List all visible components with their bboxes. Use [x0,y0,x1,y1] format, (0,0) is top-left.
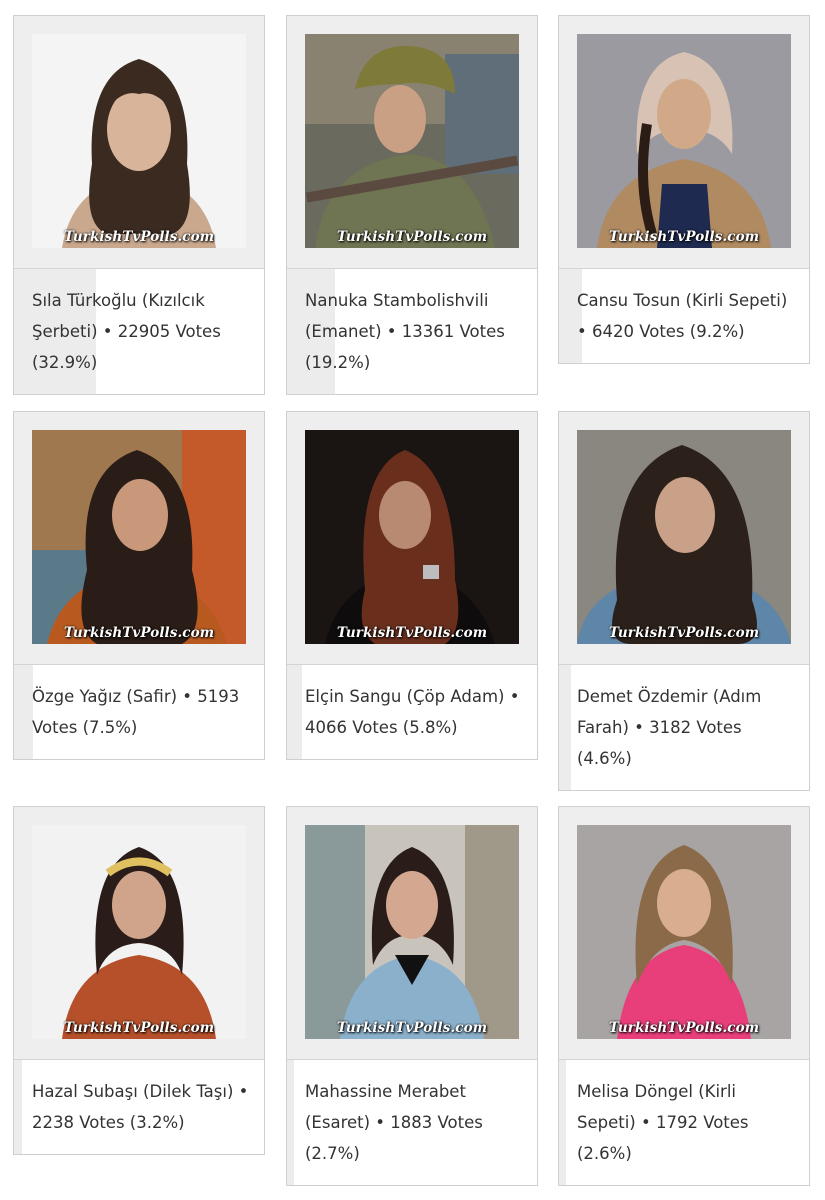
watermark-text: TurkishTvPolls.com [336,1020,488,1036]
result-area: Melisa Döngel (Kirli Sepeti) • 1792 Vote… [559,1060,809,1185]
option-label: Demet Özdemir (Adım Farah) • 3182 Votes … [577,687,762,768]
result-area: Demet Özdemir (Adım Farah) • 3182 Votes … [559,665,809,790]
watermark-text: TurkishTvPolls.com [336,625,488,641]
option-label: Nanuka Stambolishvili (Emanet) • 13361 V… [305,291,505,372]
result-area: Özge Yağız (Safir) • 5193 Votes (7.5%) [14,665,264,759]
watermark-text: TurkishTvPolls.com [63,1020,215,1036]
poll-option-card[interactable]: TurkishTvPolls.com Mahassine Merabet (Es… [286,806,538,1186]
watermark-text: TurkishTvPolls.com [608,229,760,245]
watermark-text: TurkishTvPolls.com [336,229,488,245]
result-area: Hazal Subaşı (Dilek Taşı) • 2238 Votes (… [14,1060,264,1154]
photo-frame: TurkishTvPolls.com [559,412,809,665]
poll-option-card[interactable]: TurkishTvPolls.com Hazal Subaşı (Dilek T… [13,806,265,1155]
actress-photo[interactable]: TurkishTvPolls.com [32,34,246,248]
result-area: Sıla Türkoğlu (Kızılcık Şerbeti) • 22905… [14,269,264,394]
option-label: Özge Yağız (Safir) • 5193 Votes (7.5%) [32,687,240,737]
actress-photo[interactable]: TurkishTvPolls.com [577,430,791,644]
photo-frame: TurkishTvPolls.com [14,16,264,269]
result-area: Nanuka Stambolishvili (Emanet) • 13361 V… [287,269,537,394]
photo-frame: TurkishTvPolls.com [559,16,809,269]
poll-option-card[interactable]: TurkishTvPolls.com Cansu Tosun (Kirli Se… [558,15,810,364]
actress-photo[interactable]: TurkishTvPolls.com [305,430,519,644]
result-area: Mahassine Merabet (Esaret) • 1883 Votes … [287,1060,537,1185]
photo-frame: TurkishTvPolls.com [14,412,264,665]
watermark-text: TurkishTvPolls.com [63,625,215,641]
watermark-text: TurkishTvPolls.com [608,625,760,641]
actress-photo[interactable]: TurkishTvPolls.com [305,825,519,1039]
option-label: Elçin Sangu (Çöp Adam) • 4066 Votes (5.8… [305,687,520,737]
result-area: Elçin Sangu (Çöp Adam) • 4066 Votes (5.8… [287,665,537,759]
result-area: Cansu Tosun (Kirli Sepeti) • 6420 Votes … [559,269,809,363]
watermark-text: TurkishTvPolls.com [63,229,215,245]
option-label: Melisa Döngel (Kirli Sepeti) • 1792 Vote… [577,1082,749,1163]
actress-photo[interactable]: TurkishTvPolls.com [577,825,791,1039]
poll-option-card[interactable]: TurkishTvPolls.com Melisa Döngel (Kirli … [558,806,810,1186]
photo-frame: TurkishTvPolls.com [287,807,537,1060]
option-label: Cansu Tosun (Kirli Sepeti) • 6420 Votes … [577,291,788,341]
actress-photo[interactable]: TurkishTvPolls.com [32,825,246,1039]
actress-photo[interactable]: TurkishTvPolls.com [305,34,519,248]
poll-option-card[interactable]: TurkishTvPolls.com Sıla Türkoğlu (Kızılc… [13,15,265,395]
actress-photo[interactable]: TurkishTvPolls.com [577,34,791,248]
poll-option-card[interactable]: TurkishTvPolls.com Demet Özdemir (Adım F… [558,411,810,791]
option-label: Sıla Türkoğlu (Kızılcık Şerbeti) • 22905… [32,291,221,372]
option-label: Mahassine Merabet (Esaret) • 1883 Votes … [305,1082,483,1163]
photo-frame: TurkishTvPolls.com [287,412,537,665]
option-label: Hazal Subaşı (Dilek Taşı) • 2238 Votes (… [32,1082,249,1132]
photo-frame: TurkishTvPolls.com [14,807,264,1060]
photo-frame: TurkishTvPolls.com [559,807,809,1060]
poll-option-card[interactable]: TurkishTvPolls.com Elçin Sangu (Çöp Adam… [286,411,538,760]
poll-option-card[interactable]: TurkishTvPolls.com Özge Yağız (Safir) • … [13,411,265,760]
actress-photo[interactable]: TurkishTvPolls.com [32,430,246,644]
watermark-text: TurkishTvPolls.com [608,1020,760,1036]
poll-option-card[interactable]: TurkishTvPolls.com Nanuka Stambolishvili… [286,15,538,395]
photo-frame: TurkishTvPolls.com [287,16,537,269]
